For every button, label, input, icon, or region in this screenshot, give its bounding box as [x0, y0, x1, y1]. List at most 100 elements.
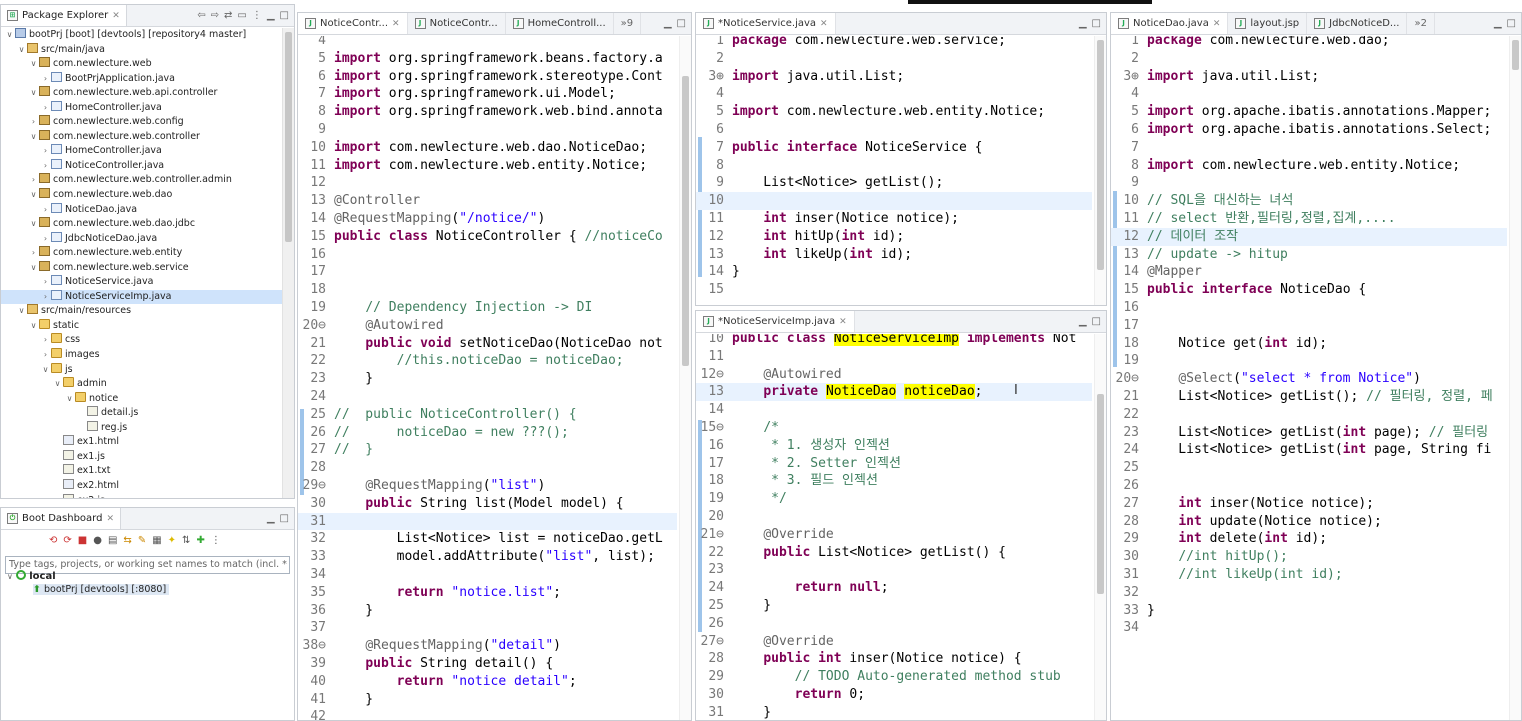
- editor-tab[interactable]: Jlayout.jsp: [1228, 13, 1308, 34]
- editor-scrollbar[interactable]: [1094, 334, 1106, 720]
- chevron-icon[interactable]: ›: [41, 232, 50, 247]
- editor-tab[interactable]: »2: [1407, 13, 1435, 34]
- minimize-icon[interactable]: ▁: [1079, 18, 1087, 29]
- tree-item[interactable]: ex2.html: [1, 478, 282, 494]
- chevron-down-icon[interactable]: ∨: [7, 572, 13, 581]
- editor-tab[interactable]: J HomeControll...: [506, 13, 614, 34]
- tree-item[interactable]: ∨ notice: [1, 391, 282, 407]
- running-app-item[interactable]: ⬆ bootPrj [devtools] [:8080]: [33, 584, 170, 595]
- tree-item[interactable]: › css: [1, 333, 282, 348]
- maximize-icon[interactable]: □: [1092, 316, 1101, 327]
- properties-icon[interactable]: ▦: [152, 535, 161, 546]
- package-explorer-tab[interactable]: ⊞ Package Explorer ✕: [1, 5, 127, 26]
- close-icon[interactable]: ✕: [820, 19, 828, 29]
- chevron-icon[interactable]: ›: [41, 290, 50, 305]
- tree-item[interactable]: ex1.html: [1, 435, 282, 450]
- tree-item[interactable]: ex1.js: [1, 449, 282, 465]
- chevron-icon[interactable]: ∨: [29, 261, 38, 276]
- minimize-icon[interactable]: ▁: [1079, 316, 1087, 327]
- tree-item[interactable]: ex1.txt: [1, 464, 282, 479]
- tree-item[interactable]: ∨ static: [1, 318, 282, 334]
- tree-item[interactable]: › NoticeService.java: [1, 275, 282, 290]
- add-icon[interactable]: ✚: [196, 535, 204, 546]
- tree-item[interactable]: ∨ src/main/resources: [1, 304, 282, 319]
- maximize-icon[interactable]: □: [1092, 18, 1101, 29]
- chevron-icon[interactable]: ∨: [41, 363, 50, 378]
- editor-tab[interactable]: J *NoticeServiceImp.java ✕: [696, 311, 855, 332]
- filter-icon[interactable]: ⇅: [182, 535, 190, 546]
- tree-item[interactable]: ∨ com.newlecture.web: [1, 57, 282, 72]
- filter-icon[interactable]: ⋮: [252, 10, 262, 21]
- edit-icon[interactable]: ✎: [138, 535, 146, 546]
- tree-item[interactable]: ∨ com.newlecture.web.service: [1, 260, 282, 276]
- chevron-icon[interactable]: ∨: [65, 392, 74, 407]
- browser-icon[interactable]: ●: [93, 535, 102, 546]
- minimize-icon[interactable]: ▁: [267, 10, 275, 21]
- close-icon[interactable]: ✕: [392, 19, 400, 29]
- chevron-icon[interactable]: ∨: [29, 188, 38, 203]
- maximize-icon[interactable]: □: [280, 513, 289, 524]
- forward-icon[interactable]: ⇨: [211, 10, 219, 21]
- tree-item[interactable]: ∨ com.newlecture.web.api.controller: [1, 86, 282, 101]
- minimize-icon[interactable]: ▁: [267, 513, 275, 524]
- tree-item[interactable]: › NoticeServiceImp.java: [1, 289, 282, 305]
- tree-item[interactable]: ∨ src/main/java: [1, 42, 282, 58]
- maximize-icon[interactable]: □: [1507, 18, 1516, 29]
- editor-scrollbar[interactable]: [1094, 36, 1106, 305]
- chevron-icon[interactable]: ∨: [17, 43, 26, 58]
- tree-scrollbar[interactable]: [282, 28, 294, 498]
- tree-item[interactable]: › com.newlecture.web.controller.admin: [1, 173, 282, 188]
- editor-tab[interactable]: J JdbcNoticeD...: [1307, 13, 1408, 34]
- chevron-icon[interactable]: ›: [41, 333, 50, 348]
- editor-tab[interactable]: »9: [614, 13, 642, 34]
- chevron-icon[interactable]: ›: [41, 72, 50, 87]
- minimize-icon[interactable]: ▁: [664, 18, 672, 29]
- chevron-icon[interactable]: ›: [41, 275, 50, 290]
- tree-item[interactable]: ∨ com.newlecture.web.dao: [1, 188, 282, 203]
- console-icon[interactable]: ▤: [108, 535, 117, 546]
- code-area[interactable]: 4 5 import org.springframework.beans.facto…: [298, 36, 691, 720]
- editor-tab[interactable]: J NoticeContr... ✕: [298, 13, 408, 34]
- code-area[interactable]: 1 package com.newlecture.web.dao; 2 3⊕ impor…: [1111, 36, 1521, 720]
- back-icon[interactable]: ⇦: [197, 10, 205, 21]
- editor-scrollbar[interactable]: [679, 36, 691, 720]
- editor-scrollbar[interactable]: [1509, 36, 1521, 720]
- tree-item[interactable]: › images: [1, 348, 282, 363]
- debug-restart-icon[interactable]: ⟳: [63, 535, 71, 546]
- chevron-icon[interactable]: ∨: [29, 57, 38, 72]
- chevron-icon[interactable]: ∨: [17, 304, 26, 319]
- maximize-icon[interactable]: □: [280, 10, 289, 21]
- link-editor-icon[interactable]: ⇄: [224, 10, 232, 21]
- chevron-icon[interactable]: ›: [41, 101, 50, 116]
- boot-dashboard-tab[interactable]: ⏻ Boot Dashboard ✕: [1, 508, 121, 529]
- tree-item[interactable]: › HomeController.java: [1, 100, 282, 116]
- tree-item[interactable]: › NoticeController.java: [1, 158, 282, 174]
- chevron-icon[interactable]: ›: [41, 159, 50, 174]
- tree-item[interactable]: reg.js: [1, 420, 282, 436]
- chevron-icon[interactable]: ∨: [29, 217, 38, 232]
- maximize-icon[interactable]: □: [677, 18, 686, 29]
- local-node[interactable]: ∨ local: [7, 570, 56, 582]
- stop-icon[interactable]: ■: [78, 535, 87, 546]
- chevron-icon[interactable]: ∨: [29, 130, 38, 145]
- editor-tab[interactable]: J NoticeDao.java ✕: [1111, 13, 1229, 34]
- chevron-icon[interactable]: ∨: [53, 377, 62, 392]
- bulb-icon[interactable]: ✦: [168, 535, 176, 546]
- chevron-icon[interactable]: ›: [29, 173, 38, 188]
- tree-item[interactable]: ∨ com.newlecture.web.controller: [1, 129, 282, 145]
- restart-icon[interactable]: ⟲: [49, 535, 57, 546]
- code-area[interactable]: 1 package com.newlecture.web.service; 2 3⊕ i…: [696, 36, 1106, 305]
- close-icon[interactable]: ✕: [112, 11, 120, 21]
- chevron-icon[interactable]: ∨: [5, 28, 14, 43]
- tree-item[interactable]: › NoticeDao.java: [1, 202, 282, 218]
- chevron-icon[interactable]: ∨: [29, 319, 38, 334]
- chevron-icon[interactable]: ›: [29, 115, 38, 130]
- tree-item[interactable]: ex2.js: [1, 493, 282, 498]
- close-icon[interactable]: ✕: [1213, 19, 1221, 29]
- tree-item[interactable]: ∨ com.newlecture.web.dao.jdbc: [1, 217, 282, 232]
- chevron-icon[interactable]: ∨: [29, 86, 38, 101]
- chevron-icon[interactable]: ›: [41, 348, 50, 363]
- chevron-icon[interactable]: ›: [41, 203, 50, 218]
- close-icon[interactable]: ✕: [839, 317, 847, 327]
- collapse-all-icon[interactable]: ▭: [237, 10, 246, 21]
